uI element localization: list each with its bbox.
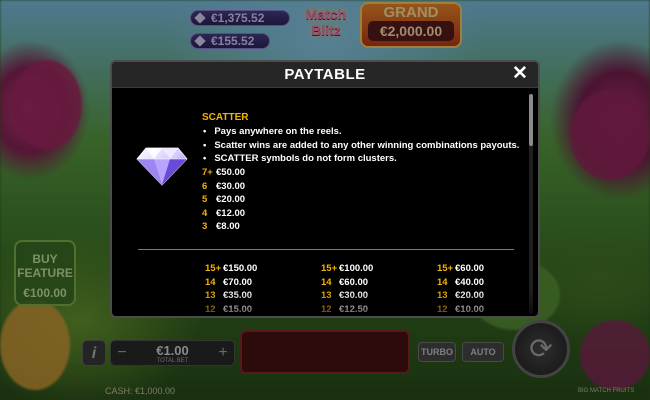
scatter-rules: Pays anywhere on the reels. Scatter wins… xyxy=(202,125,519,166)
scatter-rule: Scatter wins are added to any other winn… xyxy=(202,139,519,153)
symbol-payout-column: 15+ €100.00 14 €60.00 13 €30.00 12 €12.50 xyxy=(321,262,373,316)
payout-count: 4 xyxy=(202,207,208,219)
paytable-modal: PAYTABLE ✕ SCATTER Pays anywhere on th xyxy=(110,60,540,318)
payout-count: 3 xyxy=(202,221,208,232)
payout-amount: €60.00 xyxy=(455,263,485,274)
payout-amount: €70.00 xyxy=(223,276,253,288)
scrollbar-thumb[interactable] xyxy=(529,94,533,146)
symbol-payout-column: 15+ €150.00 14 €70.00 13 €35.00 12 €15.00 xyxy=(205,262,257,316)
payout-amount: €10.00 xyxy=(455,303,485,315)
scatter-title: SCATTER xyxy=(202,112,249,123)
scatter-rule: SCATTER symbols do not form clusters. xyxy=(202,152,519,166)
payout-count: 15+ xyxy=(205,263,222,274)
payout-count: 12 xyxy=(205,303,216,315)
payout-count: 15+ xyxy=(437,263,454,274)
payout-row: 12 €15.00 xyxy=(205,303,257,317)
payout-amount: €40.00 xyxy=(455,276,485,288)
payout-count: 7+ xyxy=(202,167,213,178)
payout-amount: €50.00 xyxy=(216,167,246,178)
payout-amount: €20.00 xyxy=(455,290,485,301)
payout-count: 13 xyxy=(321,290,332,301)
payout-amount: €8.00 xyxy=(216,221,240,232)
payout-row: 14 €70.00 xyxy=(205,276,257,290)
payout-amount: €35.00 xyxy=(223,290,253,301)
payout-amount: €20.00 xyxy=(216,194,246,205)
modal-header: PAYTABLE ✕ xyxy=(112,62,538,88)
payout-count: 14 xyxy=(321,276,332,288)
payout-row: 14 €40.00 xyxy=(437,276,484,290)
payout-count: 15+ xyxy=(321,263,338,274)
payout-count: 13 xyxy=(437,290,448,301)
payout-count: 12 xyxy=(321,303,332,315)
diamond-icon xyxy=(136,147,188,186)
payout-row: 13 €20.00 xyxy=(437,289,484,303)
payout-count: 14 xyxy=(205,276,216,288)
scatter-rule: Pays anywhere on the reels. xyxy=(202,125,519,139)
payout-amount: €15.00 xyxy=(223,303,253,315)
payout-amount: €12.00 xyxy=(216,207,246,219)
payout-row: 4 €12.00 xyxy=(202,207,245,221)
scrollbar[interactable] xyxy=(529,94,533,314)
payout-row: 15+ €150.00 xyxy=(205,262,257,276)
payout-count: 5 xyxy=(202,194,208,205)
payout-count: 14 xyxy=(437,276,448,288)
payout-row: 7+ €50.00 xyxy=(202,166,245,180)
payout-row: 5 €20.00 xyxy=(202,193,245,207)
payout-amount: €150.00 xyxy=(223,263,258,274)
payout-amount: €60.00 xyxy=(339,276,369,288)
payout-amount: €12.50 xyxy=(339,303,369,315)
payout-row: 15+ €100.00 xyxy=(321,262,373,276)
section-divider xyxy=(138,249,514,250)
payout-count: 12 xyxy=(437,303,448,315)
payout-amount: €30.00 xyxy=(216,180,246,192)
modal-title: PAYTABLE xyxy=(284,66,366,83)
symbol-payout-column: 15+ €60.00 14 €40.00 13 €20.00 12 €10.00 xyxy=(437,262,484,316)
close-icon[interactable]: ✕ xyxy=(512,64,528,83)
payout-amount: €100.00 xyxy=(339,263,374,274)
payout-row: 13 €30.00 xyxy=(321,289,373,303)
payout-row: 13 €35.00 xyxy=(205,289,257,303)
payout-row: 14 €60.00 xyxy=(321,276,373,290)
scatter-payouts: 7+ €50.00 6 €30.00 5 €20.00 4 €12.00 3 €8.00 xyxy=(202,166,245,234)
payout-row: 15+ €60.00 xyxy=(437,262,484,276)
payout-count: 13 xyxy=(205,290,216,301)
payout-row: 12 €12.50 xyxy=(321,303,373,317)
payout-amount: €30.00 xyxy=(339,290,369,301)
payout-row: 12 €10.00 xyxy=(437,303,484,317)
payout-count: 6 xyxy=(202,180,208,192)
payout-row: 3 €8.00 xyxy=(202,220,245,234)
payout-row: 6 €30.00 xyxy=(202,180,245,194)
